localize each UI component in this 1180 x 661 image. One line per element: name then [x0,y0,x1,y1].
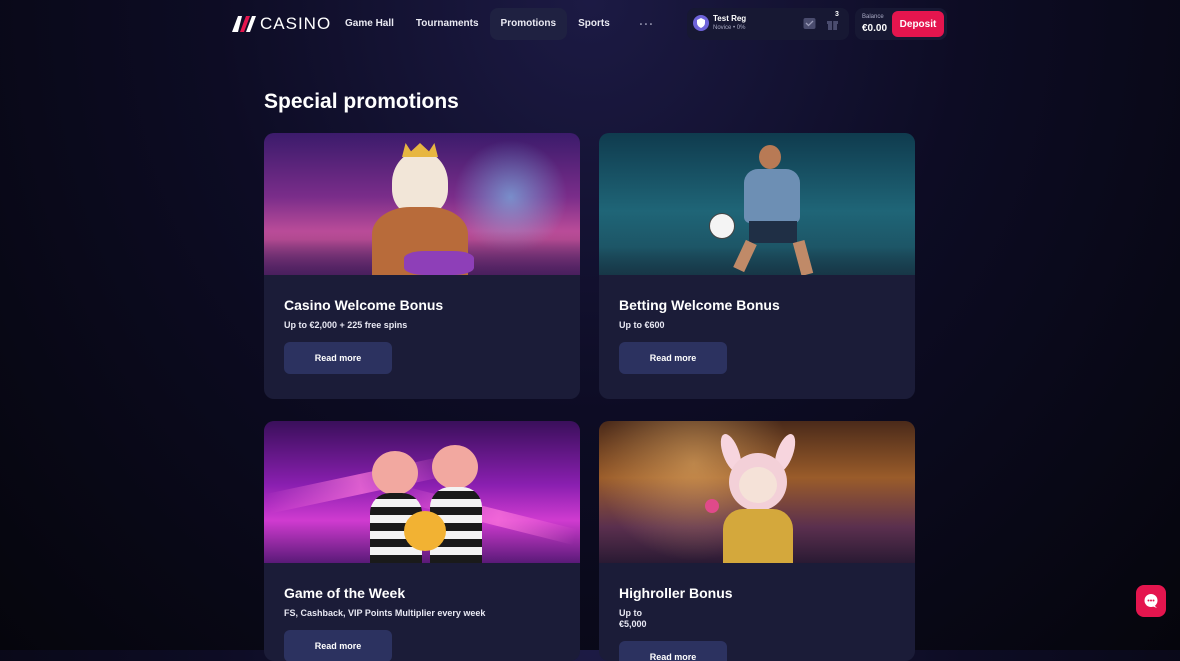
casino-logo-icon [232,16,256,32]
read-more-button[interactable]: Read more [619,641,727,661]
promo-description: Up to €2,000 + 225 free spins [284,320,408,330]
promo-card-game-of-the-week: Game of the Week FS, Cashback, VIP Point… [264,421,580,661]
brand-name: CASINO [260,14,332,33]
nav-sports[interactable]: Sports [567,8,621,40]
top-header: CASINO Game Hall Tournaments Promotions … [0,0,1180,48]
read-more-button[interactable]: Read more [284,342,392,374]
promo-title: Game of the Week [284,585,406,601]
promo-title: Highroller Bonus [619,585,733,601]
promo-image-zeus [264,133,580,275]
user-profile-card[interactable]: Test Reg Novice • 0% 3 [687,8,849,40]
user-level: Novice • 0% [713,25,746,31]
promo-title: Betting Welcome Bonus [619,297,780,313]
brand-logo[interactable]: CASINO [232,14,331,34]
profile-shield-icon [693,15,709,31]
gift-icon[interactable] [826,17,839,30]
gift-count-badge: 3 [835,11,839,18]
nav-tournaments[interactable]: Tournaments [405,8,490,40]
promo-image-piggy-robbers [264,421,580,563]
promo-description: Up to €600 [619,320,665,330]
promo-title: Casino Welcome Bonus [284,297,444,313]
read-more-button[interactable]: Read more [284,630,392,661]
nav-promotions[interactable]: Promotions [489,8,568,40]
deposit-button[interactable]: Deposit [892,11,944,37]
chat-icon [1144,594,1158,608]
promo-card-highroller: Highroller Bonus Up to €5,000 Read more [599,421,915,661]
promo-card-betting-welcome: Betting Welcome Bonus Up to €600 Read mo… [599,133,915,399]
message-icon[interactable] [803,17,816,30]
promo-description: Up to €5,000 [619,608,647,629]
nav-game-hall[interactable]: Game Hall [334,8,405,40]
promo-image-bunny-lady [599,421,915,563]
main-nav: Game Hall Tournaments Promotions Sports … [334,8,673,40]
read-more-button[interactable]: Read more [619,342,727,374]
user-name: Test Reg [713,14,747,23]
balance-value: €0.00 [862,23,888,34]
more-menu-button[interactable]: ··· [621,8,673,40]
balance-label: Balance [862,14,884,20]
promo-description: FS, Cashback, VIP Points Multiplier ever… [284,608,486,618]
promo-image-football-player [599,133,915,275]
page-title: Special promotions [264,90,459,113]
promo-card-casino-welcome: Casino Welcome Bonus Up to €2,000 + 225 … [264,133,580,399]
live-chat-button[interactable] [1136,585,1166,617]
